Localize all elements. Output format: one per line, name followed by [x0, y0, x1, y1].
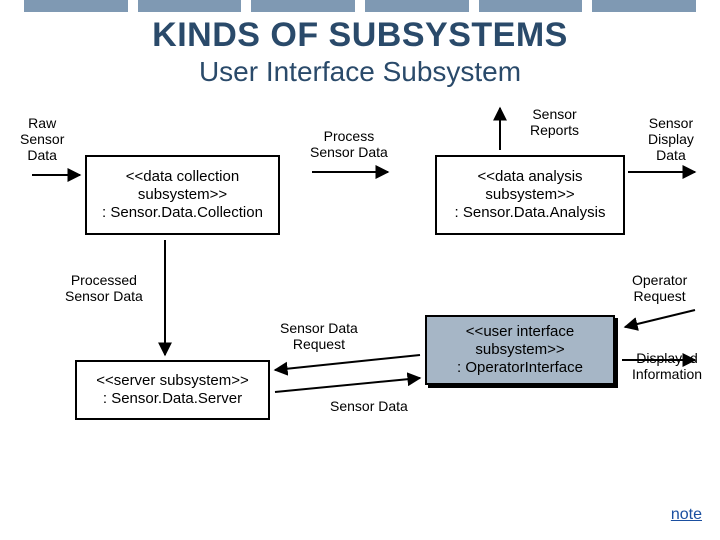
diagram-canvas: <<data collection subsystem>> : Sensor.D…: [0, 0, 720, 540]
arrows-layer: [0, 0, 720, 540]
note-link[interactable]: note: [671, 506, 702, 524]
